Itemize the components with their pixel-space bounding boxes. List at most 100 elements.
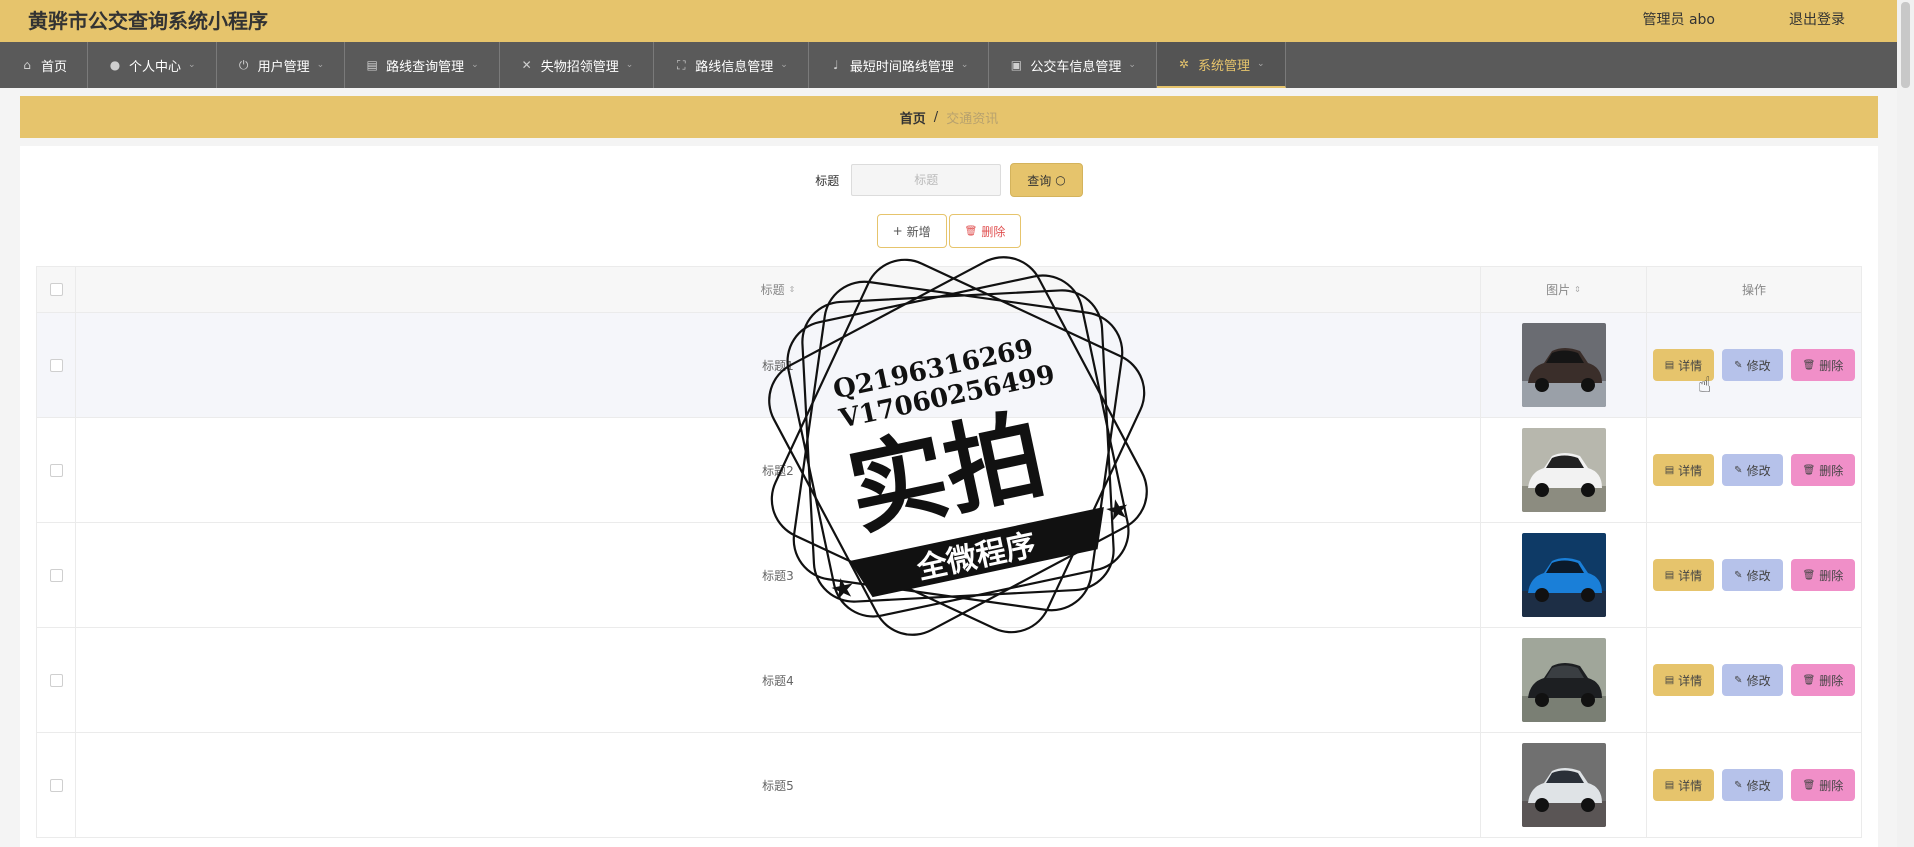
detail-button[interactable]: ▤ 详情 <box>1652 559 1715 591</box>
chevron-down-icon: ⌄ <box>625 60 634 70</box>
edit-button[interactable]: ✎ 修改 <box>1722 349 1783 381</box>
trash-icon: 🗑 <box>1802 569 1816 581</box>
operations-header-label: 操作 <box>1741 283 1766 297</box>
delete-label: 删除 <box>1819 568 1844 583</box>
edit-label: 修改 <box>1746 358 1771 373</box>
delete-button[interactable]: 🗑 删除 <box>1790 454 1856 486</box>
edit-button[interactable]: ✎ 修改 <box>1722 559 1783 591</box>
query-button[interactable]: 查询 ○ <box>1010 163 1083 197</box>
home-icon: ⌂ <box>23 58 31 72</box>
nav-item-7[interactable]: ▣ 公交车信息管理 ⌄ <box>989 42 1157 88</box>
chevron-down-icon: ⌄ <box>1256 59 1265 69</box>
row-title: 标题2 <box>762 463 794 478</box>
row-checkbox[interactable] <box>49 568 63 582</box>
page-scrollbar[interactable] <box>1897 0 1914 847</box>
row-checkbox[interactable] <box>49 463 63 477</box>
detail-button[interactable]: ▤ 详情 <box>1652 664 1715 696</box>
car-thumbnail[interactable] <box>1521 428 1606 512</box>
nav-item-5[interactable]: ⛶ 路线信息管理 ⌄ <box>654 42 809 88</box>
scrollbar-thumb[interactable] <box>1901 2 1910 88</box>
row-image-cell <box>1481 418 1647 522</box>
row-checkbox[interactable] <box>49 673 63 687</box>
car-thumbnail[interactable] <box>1521 323 1606 407</box>
image-header[interactable]: 图片 ⇕ <box>1481 267 1647 312</box>
delete-label: 删除 <box>1819 358 1844 373</box>
table-row: 标题1 ▤ 详情 ✎ 修改 🗑 删除 <box>36 313 1862 418</box>
top-header: 黄骅市公交查询系统小程序 管理员 abo 退出登录 <box>0 0 1897 42</box>
row-checkbox[interactable] <box>49 778 63 792</box>
row-image-cell <box>1481 733 1647 837</box>
delete-button[interactable]: 🗑 删除 <box>1790 559 1856 591</box>
nav-label: 个人中心 <box>129 59 182 75</box>
delete-label: 删除 <box>1819 673 1844 688</box>
row-image-cell <box>1481 313 1647 417</box>
batch-delete-button[interactable]: 🗑 删除 <box>948 214 1022 248</box>
row-title-cell: 标题5 <box>76 733 1481 837</box>
delete-button[interactable]: 🗑 删除 <box>1790 769 1856 801</box>
content-panel: 标题 查询 ○ + 新增 🗑 删除 标题⇕ 图片⇕ 操作 <box>20 146 1878 847</box>
add-label: 新增 <box>906 224 931 239</box>
row-select-cell <box>36 313 76 417</box>
row-checkbox[interactable] <box>49 358 63 372</box>
row-title: 标题4 <box>762 673 794 688</box>
table-header-row: 标题 ⇕ 图片 ⇕ 操作 <box>36 266 1862 313</box>
trash-icon: 🗑 <box>1802 779 1816 791</box>
user-icon: ● <box>109 58 121 72</box>
select-all-checkbox[interactable] <box>49 283 63 296</box>
nav-item-4[interactable]: ✕ 失物招领管理 ⌄ <box>500 42 655 88</box>
mouse-cursor-icon: ☝ <box>1698 373 1712 398</box>
nav-item-2[interactable]: ⏻ 用户管理 ⌄ <box>217 42 346 88</box>
main-nav: ⌂ 首页 ● 个人中心 ⌄ ⏻ 用户管理 ⌄ ▤ 路线查询管理 ⌄ ✕ 失物招领管理 ⌄ ⛶ 路线信息管理 ⌄ ♩… <box>0 42 1897 88</box>
delete-button[interactable]: 🗑 删除 <box>1790 349 1856 381</box>
breadcrumb-separator: / <box>933 109 939 125</box>
row-title-cell: 标题1 <box>76 313 1481 417</box>
edit-label: 修改 <box>1746 463 1771 478</box>
row-image-cell <box>1481 523 1647 627</box>
detail-button[interactable]: ▤ 详情 <box>1652 454 1715 486</box>
edit-button[interactable]: ✎ 修改 <box>1722 664 1783 696</box>
trash-icon: 🗑 <box>1802 359 1816 371</box>
detail-label: 详情 <box>1678 673 1703 688</box>
nav-item-6[interactable]: ♩ 最短时间路线管理 ⌄ <box>809 42 990 88</box>
app-title: 黄骅市公交查询系统小程序 <box>28 9 268 33</box>
title-header[interactable]: 标题 ⇕ <box>76 267 1481 312</box>
row-select-cell <box>36 733 76 837</box>
logout-link[interactable]: 退出登录 <box>1789 9 1845 29</box>
title-header-label: 标题 <box>760 283 785 297</box>
edit-button[interactable]: ✎ 修改 <box>1722 769 1783 801</box>
row-operations-cell: ▤ 详情 ✎ 修改 🗑 删除 <box>1647 313 1862 417</box>
nav-item-0[interactable]: ⌂ 首页 <box>0 42 89 88</box>
car-thumbnail[interactable] <box>1521 638 1606 722</box>
car-thumbnail[interactable] <box>1521 533 1606 617</box>
table-row: 标题2 ▤ 详情 ✎ 修改 🗑 删除 <box>36 418 1862 523</box>
row-select-cell <box>36 523 76 627</box>
delete-label: 删除 <box>1819 778 1844 793</box>
document-icon: ▤ <box>1664 779 1675 791</box>
query-label: 查询 <box>1027 173 1052 188</box>
add-button[interactable]: + 新增 <box>876 214 947 248</box>
delete-button[interactable]: 🗑 删除 <box>1790 664 1856 696</box>
car-thumbnail[interactable] <box>1521 743 1606 827</box>
nav-item-1[interactable]: ● 个人中心 ⌄ <box>88 42 217 88</box>
row-select-cell <box>36 628 76 732</box>
delete-label: 删除 <box>981 224 1006 239</box>
nav-label: 路线信息管理 <box>695 59 774 75</box>
document-icon: ▤ <box>1664 569 1675 581</box>
title-search-input[interactable] <box>851 164 1002 196</box>
nav-item-3[interactable]: ▤ 路线查询管理 ⌄ <box>345 42 500 88</box>
breadcrumb-home[interactable]: 首页 <box>900 108 926 127</box>
breadcrumb: 首页 / 交通资讯 <box>20 96 1878 138</box>
edit-button[interactable]: ✎ 修改 <box>1722 454 1783 486</box>
detail-button[interactable]: ▤ 详情 <box>1652 769 1715 801</box>
nav-label: 失物招领管理 <box>540 59 619 75</box>
fullscreen-icon: ⛶ <box>677 57 686 72</box>
detail-label: 详情 <box>1678 463 1703 478</box>
nav-item-8[interactable]: ✲ 系统管理 ⌄ <box>1156 42 1286 88</box>
chevron-down-icon: ⌄ <box>188 60 196 70</box>
edit-label: 修改 <box>1746 568 1771 583</box>
row-image-cell <box>1481 628 1647 732</box>
nav-label: 首页 <box>41 59 68 75</box>
edit-label: 修改 <box>1746 778 1771 793</box>
row-title-cell: 标题3 <box>76 523 1481 627</box>
row-select-cell <box>36 418 76 522</box>
